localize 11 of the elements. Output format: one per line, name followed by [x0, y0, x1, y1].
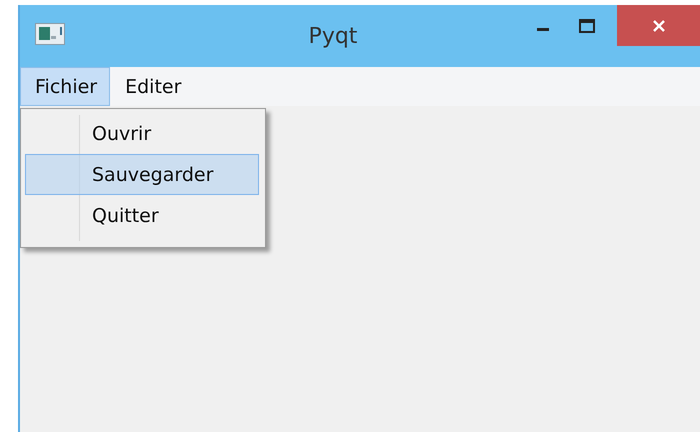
close-button[interactable] [617, 5, 700, 46]
close-icon [652, 18, 666, 32]
menu-bar-item[interactable]: Fichier [20, 67, 110, 106]
maximize-icon [579, 18, 595, 32]
menu-bar-item[interactable]: Editer [110, 67, 194, 106]
window-icon [35, 23, 65, 45]
minimize-icon [537, 28, 549, 31]
window-title: Pyqt [308, 24, 358, 48]
menu-item[interactable]: Sauvegarder [25, 154, 259, 195]
menu-item[interactable]: Ouvrir [25, 113, 259, 154]
menu-item[interactable]: Quitter [25, 195, 259, 236]
